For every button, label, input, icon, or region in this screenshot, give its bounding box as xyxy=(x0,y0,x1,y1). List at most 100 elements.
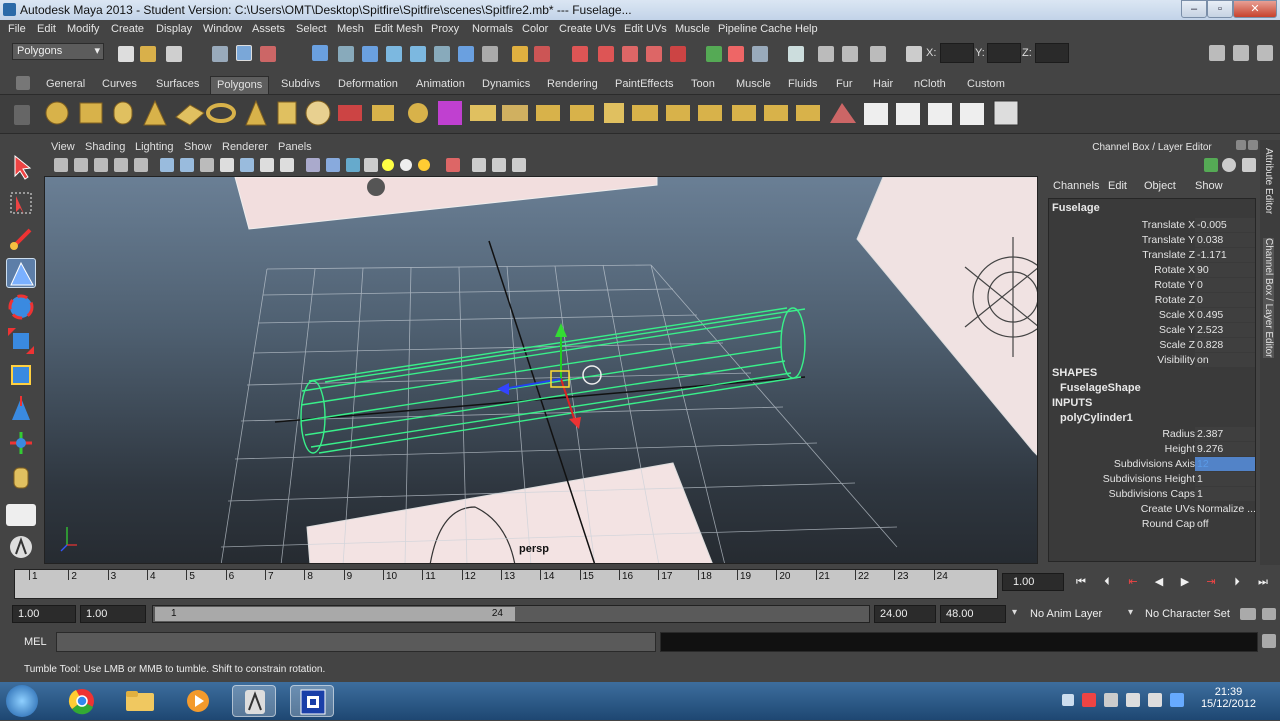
input-attribute-row[interactable]: Round Cap off xyxy=(1049,517,1257,532)
input-attribute-row[interactable]: Subdivisions Axis 12 xyxy=(1049,457,1257,472)
camera-attributes-icon[interactable] xyxy=(74,158,88,172)
tab-deformation[interactable]: Deformation xyxy=(332,76,404,94)
attribute-value[interactable]: Normalize ... xyxy=(1195,502,1255,516)
menu-assets[interactable]: Assets xyxy=(252,23,285,35)
bookmark-icon[interactable] xyxy=(94,158,108,172)
attribute-value[interactable]: 2.523 xyxy=(1195,323,1255,337)
menu-help[interactable]: Help xyxy=(795,23,818,35)
snap-grid-icon[interactable] xyxy=(312,45,328,61)
attribute-row[interactable]: Scale X 0.495 xyxy=(1049,308,1257,323)
z-input[interactable] xyxy=(1035,43,1069,63)
tab-fur[interactable]: Fur xyxy=(830,76,859,94)
close-button[interactable]: ✕ xyxy=(1233,0,1277,18)
grid-toggle-icon[interactable] xyxy=(160,158,174,172)
close-panel-icon[interactable] xyxy=(1248,140,1258,150)
tab-channel-box[interactable]: Channel Box / Layer Editor xyxy=(1263,238,1274,358)
universal-manipulator-icon[interactable] xyxy=(6,360,36,390)
film-gate-icon[interactable] xyxy=(180,158,194,172)
input-attribute-row[interactable]: Subdivisions Height 1 xyxy=(1049,472,1257,487)
layout-single-icon[interactable] xyxy=(6,504,36,526)
tab-rendering[interactable]: Rendering xyxy=(541,76,604,94)
float-panel-icon[interactable] xyxy=(1236,140,1246,150)
attribute-value[interactable]: 9.276 xyxy=(1195,442,1255,456)
menu-set-dropdown[interactable]: Polygons ▾ xyxy=(12,43,104,60)
attribute-row[interactable]: Translate X -0.005 xyxy=(1049,218,1257,233)
snap-point-icon[interactable] xyxy=(362,46,378,62)
paint-select-tool-icon[interactable] xyxy=(6,224,36,254)
outliner-toggle-icon[interactable] xyxy=(752,46,768,62)
chevron-down-icon[interactable]: ▾ xyxy=(1128,607,1133,618)
attribute-row[interactable]: Scale Y 2.523 xyxy=(1049,323,1257,338)
xray-icon[interactable] xyxy=(472,158,486,172)
volume-icon[interactable] xyxy=(1148,693,1162,707)
tab-animation[interactable]: Animation xyxy=(410,76,471,94)
range-slider[interactable]: 1 24 xyxy=(152,605,870,623)
start-time-field[interactable]: 1.00 xyxy=(12,605,76,623)
step-forward-frame-icon[interactable]: ⏵ xyxy=(1230,575,1244,589)
tab-surfaces[interactable]: Surfaces xyxy=(150,76,205,94)
viewport-menu-lighting[interactable]: Lighting xyxy=(135,141,174,153)
hypershade-icon[interactable] xyxy=(622,46,638,62)
safe-action-icon[interactable] xyxy=(260,158,274,172)
speed-icon[interactable] xyxy=(1222,158,1236,172)
script-editor-icon[interactable] xyxy=(1262,634,1276,648)
manipulator-z-handle[interactable] xyxy=(497,383,509,395)
go-to-start-icon[interactable]: ⏮ xyxy=(1074,575,1088,589)
lasso-tool-icon[interactable] xyxy=(6,188,36,218)
rotate-tool-icon[interactable] xyxy=(6,292,36,322)
tab-muscle[interactable]: Muscle xyxy=(730,76,777,94)
maya-taskbar-icon[interactable] xyxy=(232,685,276,717)
attribute-value[interactable]: 1 xyxy=(1195,487,1255,501)
menu-modify[interactable]: Modify xyxy=(67,23,99,35)
manipulator-settings-icon[interactable] xyxy=(1242,158,1256,172)
manipulator-y-handle[interactable] xyxy=(555,323,567,337)
new-scene-icon[interactable] xyxy=(118,46,134,62)
image-plane-icon[interactable] xyxy=(114,158,128,172)
construction-history-icon[interactable] xyxy=(482,46,498,62)
time-slider[interactable]: 1 2 3 4 5 6 7 8 9 10 11 12 13 14 15 16 17 18 19 20 21 22 23 24 xyxy=(14,569,998,599)
snap-curve-icon[interactable] xyxy=(338,46,354,62)
playback-end-field[interactable]: 24.00 xyxy=(874,605,936,623)
grid-icon[interactable] xyxy=(818,46,834,62)
attribute-value[interactable]: -1.171 xyxy=(1195,248,1255,262)
attribute-row[interactable]: Translate Z -1.171 xyxy=(1049,248,1257,263)
smooth-shade-icon[interactable] xyxy=(326,158,340,172)
tab-painteffects[interactable]: PaintEffects xyxy=(609,76,680,94)
tab-dynamics[interactable]: Dynamics xyxy=(476,76,536,94)
attribute-row[interactable]: Scale Z 0.828 xyxy=(1049,338,1257,353)
attribute-value[interactable]: 0.828 xyxy=(1195,338,1255,352)
maximize-button[interactable]: ▫ xyxy=(1207,0,1233,18)
menu-create-uvs[interactable]: Create UVs xyxy=(559,23,616,35)
attribute-value[interactable]: 2.387 xyxy=(1195,427,1255,441)
attribute-value[interactable]: off xyxy=(1195,517,1255,531)
action-center-icon[interactable] xyxy=(1082,693,1096,707)
menu-normals[interactable]: Normals xyxy=(472,23,513,35)
tab-polygons[interactable]: Polygons xyxy=(210,76,270,94)
tray-app-icon[interactable] xyxy=(1104,693,1118,707)
attribute-value[interactable]: 0.495 xyxy=(1195,308,1255,322)
last-tool-cylinder-icon[interactable] xyxy=(6,462,36,492)
language-icon[interactable] xyxy=(1170,693,1184,707)
menu-create[interactable]: Create xyxy=(111,23,144,35)
y-input[interactable] xyxy=(987,43,1021,63)
channel-box-menu-edit[interactable]: Edit xyxy=(1108,180,1127,192)
attribute-editor-toggle-icon[interactable] xyxy=(1209,45,1225,61)
show-manipulator-icon[interactable] xyxy=(6,428,36,458)
range-slider-handle[interactable]: 1 24 xyxy=(155,607,515,621)
attribute-value[interactable]: 90 xyxy=(1195,263,1255,277)
menu-edit[interactable]: Edit xyxy=(37,23,56,35)
menu-mesh[interactable]: Mesh xyxy=(337,23,364,35)
key-icon[interactable] xyxy=(1240,608,1256,620)
play-forwards-icon[interactable]: ▶ xyxy=(1178,575,1192,589)
media-player-taskbar-icon[interactable] xyxy=(176,685,220,717)
recorder-taskbar-icon[interactable] xyxy=(290,685,334,717)
attribute-value[interactable]: 0 xyxy=(1195,278,1255,292)
tab-ncloth[interactable]: nCloth xyxy=(908,76,952,94)
play-backwards-icon[interactable]: ◀ xyxy=(1152,575,1166,589)
history-icon[interactable] xyxy=(434,46,450,62)
render-region-icon[interactable] xyxy=(646,46,662,62)
isolate-select-icon[interactable] xyxy=(446,158,460,172)
render-icon[interactable] xyxy=(534,46,550,62)
input-attribute-row[interactable]: Radius 2.387 xyxy=(1049,427,1257,442)
tab-general[interactable]: General xyxy=(40,76,91,94)
